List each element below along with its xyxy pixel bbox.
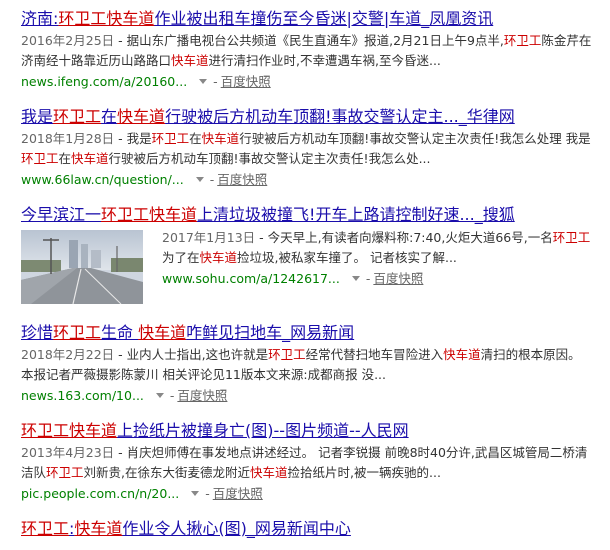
text-segment: 刘新贵,在徐东大街麦德龙附近: [83, 465, 251, 480]
search-result: 济南:环卫工快车道作业被出租车撞伤至今昏迷|交警|车道_凤凰资讯 2016年2月…: [21, 8, 593, 91]
result-meta: pic.people.com.cn/n/20... - 百度快照: [21, 486, 263, 501]
result-date: 2018年1月28日: [21, 131, 115, 146]
highlighted-keyword: 快车道: [201, 131, 240, 146]
highlighted-keyword: 快车道: [443, 347, 481, 362]
highlighted-keyword: 环卫工: [21, 421, 70, 440]
cache-link[interactable]: 百度快照: [217, 172, 267, 187]
result-title-link[interactable]: 我是环卫工在快车道行驶被后方机动车顶翻!事故交警认定主..._华律网: [21, 106, 593, 128]
text-segment: 经常代替扫地车冒险进入: [305, 347, 444, 362]
result-title-link[interactable]: 今早滨江一环卫工快车道上清垃圾被撞飞!开车上路请控制好速..._搜狐: [21, 204, 593, 226]
highlighted-keyword: 环卫工: [268, 347, 306, 362]
text-segment: 作业令人揪心(图)_网易新闻中心: [122, 519, 351, 538]
result-thumbnail-image[interactable]: [21, 230, 143, 304]
result-date: 2016年2月25日: [21, 33, 115, 48]
text-segment: 咋鲜见扫地车_网易新闻: [186, 323, 355, 342]
cache-link[interactable]: 百度快照: [213, 486, 263, 501]
text-segment: 为了在: [162, 250, 200, 265]
cache-link[interactable]: 百度快照: [373, 271, 423, 286]
text-segment: 在: [58, 151, 72, 166]
highlighted-keyword: 环卫工: [46, 465, 84, 480]
highlighted-keyword: 快车道: [149, 205, 198, 224]
text-segment: 行驶被后方机动车顶翻!事故交警认定主次责任!我怎么处...: [108, 151, 431, 166]
result-title-link[interactable]: 环卫工快车道上捡纸片被撞身亡(图)--图片频道--人民网: [21, 420, 593, 442]
highlighted-keyword: 快车道: [69, 421, 118, 440]
highlighted-keyword: 环卫工: [552, 230, 591, 245]
highlighted-keyword: 环卫工: [21, 519, 70, 538]
result-snippet: 2017年1月13日 - 今天早上,有读者向爆料称:7:40,火炬大道66号,一…: [162, 228, 593, 268]
highlighted-keyword: 快车道: [199, 250, 238, 265]
text-segment: 捡垃圾,被私家车撞了。 记者核实了解...: [237, 250, 457, 265]
result-date: 2018年2月22日: [21, 347, 115, 362]
result-snippet: 2018年1月28日 - 我是环卫工在快车道行驶被后方机动车顶翻!事故交警认定主…: [21, 129, 593, 169]
text-segment: 济南:: [21, 9, 59, 28]
dropdown-arrow-icon[interactable]: [195, 177, 204, 182]
highlighted-keyword: 快车道: [250, 465, 288, 480]
result-title-link[interactable]: 济南:环卫工快车道作业被出租车撞伤至今昏迷|交警|车道_凤凰资讯: [21, 8, 593, 30]
result-url-link[interactable]: news.ifeng.com/a/20160...: [21, 74, 187, 89]
result-meta: news.163.com/10... - 百度快照: [21, 388, 228, 403]
search-result: 环卫工快车道上捡纸片被撞身亡(图)--图片频道--人民网 2013年4月23日 …: [21, 420, 593, 503]
dropdown-arrow-icon[interactable]: [155, 393, 164, 398]
text-segment: - 据山东广播电视台公共频道《民生直通车》报道,2月21日上午9点半,: [114, 33, 504, 48]
result-title-link[interactable]: 环卫工:快车道作业令人揪心(图)_网易新闻中心: [21, 518, 593, 540]
result-url-link[interactable]: www.sohu.com/a/1242617...: [162, 271, 340, 286]
result-meta: www.66law.cn/question/... - 百度快照: [21, 172, 268, 187]
highlighted-keyword: 环卫工: [53, 107, 102, 126]
text-segment: 在: [189, 131, 202, 146]
text-segment: 作业被出租车撞伤至今昏迷|交警|车道_凤凰资讯: [154, 9, 494, 28]
highlighted-keyword: 快车道: [106, 9, 155, 28]
text-segment: 行驶被后方机动车顶翻!事故交警认定主..._华律网: [165, 107, 515, 126]
text-segment: 上捡纸片被撞身亡(图)--图片频道--人民网: [117, 421, 409, 440]
highlighted-keyword: 环卫工: [58, 9, 107, 28]
highlighted-keyword: 快车道: [117, 107, 166, 126]
search-result: 我是环卫工在快车道行驶被后方机动车顶翻!事故交警认定主..._华律网 2018年…: [21, 106, 593, 189]
text-segment: 行驶被后方机动车顶翻!事故交警认定主次责任!我怎么处理 我是: [239, 131, 591, 146]
highlighted-keyword: 环卫工: [151, 131, 190, 146]
highlighted-keyword: 快车道: [74, 519, 123, 538]
text-segment: - 业内人士指出,这也许就是: [114, 347, 269, 362]
text-segment: 在: [101, 107, 118, 126]
text-segment: 捡拾纸片时,被一辆疾驰的...: [287, 465, 441, 480]
road-photo-image: [21, 230, 143, 304]
result-date: 2013年4月23日: [21, 445, 115, 460]
result-title-link[interactable]: 珍惜环卫工生命 快车道咋鲜见扫地车_网易新闻: [21, 322, 593, 344]
result-snippet: 2013年4月23日 - 肖庆炟师傅在事发地点讲述经过。 记者李锐摄 前晚8时4…: [21, 443, 593, 483]
highlighted-keyword: 快车道: [71, 151, 109, 166]
text-segment: 今早滨江一: [21, 205, 102, 224]
result-snippet: 2018年2月22日 - 业内人士指出,这也许就是环卫工经常代替扫地车冒险进入快…: [21, 345, 593, 385]
result-body: 2017年1月13日 - 今天早上,有读者向爆料称:7:40,火炬大道66号,一…: [162, 228, 593, 288]
cache-link[interactable]: 百度快照: [221, 74, 271, 89]
highlighted-keyword: 环卫工: [53, 323, 102, 342]
search-result: 今早滨江一环卫工快车道上清垃圾被撞飞!开车上路请控制好速..._搜狐 2017年…: [21, 204, 593, 314]
result-url-link[interactable]: pic.people.com.cn/n/20...: [21, 486, 179, 501]
highlighted-keyword: 环卫工: [101, 205, 150, 224]
result-meta: www.sohu.com/a/1242617... - 百度快照: [162, 271, 424, 286]
dropdown-arrow-icon[interactable]: [191, 491, 200, 496]
text-segment: - 我是: [114, 131, 152, 146]
search-result: 环卫工:快车道作业令人揪心(图)_网易新闻中心: [21, 518, 593, 540]
text-segment: 生命: [101, 323, 139, 342]
result-date: 2017年1月13日: [162, 230, 256, 245]
text-segment: 上清垃圾被撞飞!开车上路请控制好速..._搜狐: [197, 205, 515, 224]
search-result: 珍惜环卫工生命 快车道咋鲜见扫地车_网易新闻 2018年2月22日 - 业内人士…: [21, 322, 593, 405]
result-meta: news.ifeng.com/a/20160... - 百度快照: [21, 74, 271, 89]
text-segment: - 今天早上,有读者向爆料称:7:40,火炬大道66号,一名: [255, 230, 553, 245]
result-url-link[interactable]: news.163.com/10...: [21, 388, 144, 403]
dropdown-arrow-icon[interactable]: [351, 276, 360, 281]
dropdown-arrow-icon[interactable]: [199, 79, 208, 84]
result-snippet: 2016年2月25日 - 据山东广播电视台公共频道《民生直通车》报道,2月21日…: [21, 31, 593, 71]
result-url-link[interactable]: www.66law.cn/question/...: [21, 172, 184, 187]
text-segment: 进行清扫作业时,不幸遭遇车祸,至今昏迷...: [208, 53, 441, 68]
cache-link[interactable]: 百度快照: [177, 388, 227, 403]
highlighted-keyword: 环卫工: [21, 151, 59, 166]
highlighted-keyword: 环卫工: [503, 33, 542, 48]
highlighted-keyword: 快车道: [171, 53, 209, 68]
highlighted-keyword: 快车道: [138, 323, 187, 342]
text-segment: 珍惜: [21, 323, 54, 342]
text-segment: 我是: [21, 107, 54, 126]
search-results: 济南:环卫工快车道作业被出租车撞伤至今昏迷|交警|车道_凤凰资讯 2016年2月…: [0, 0, 610, 550]
